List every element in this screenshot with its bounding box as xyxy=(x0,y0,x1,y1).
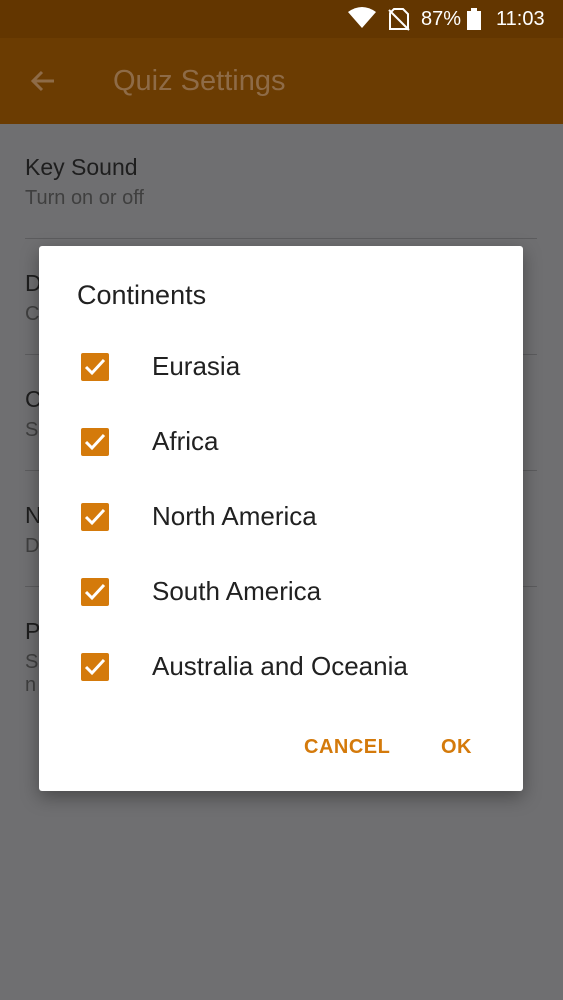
cancel-button[interactable]: CANCEL xyxy=(304,736,390,759)
clock: 11:03 xyxy=(496,8,545,30)
checkbox-checked-icon[interactable] xyxy=(81,578,109,606)
no-sim-icon xyxy=(388,8,410,31)
option-label: Africa xyxy=(152,426,219,456)
status-bar: 87% 11:03 xyxy=(0,0,563,38)
checkbox-checked-icon[interactable] xyxy=(81,353,109,381)
option-australia-oceania[interactable]: Australia and Oceania xyxy=(39,637,523,697)
checkbox-checked-icon[interactable] xyxy=(81,653,109,681)
option-south-america[interactable]: South America xyxy=(39,562,523,622)
option-label: North America xyxy=(152,501,317,531)
option-label: Eurasia xyxy=(152,351,241,381)
continents-dialog: Continents Eurasia Africa North America … xyxy=(39,246,523,791)
option-label: Australia and Oceania xyxy=(152,651,408,681)
checkbox-checked-icon[interactable] xyxy=(81,428,109,456)
battery-percent: 87% xyxy=(421,8,462,30)
option-north-america[interactable]: North America xyxy=(39,487,523,547)
dialog-title: Continents xyxy=(77,280,207,310)
divider xyxy=(25,238,537,239)
option-label: South America xyxy=(152,576,322,606)
back-arrow-icon[interactable] xyxy=(28,66,58,96)
option-eurasia[interactable]: Eurasia xyxy=(39,337,523,397)
option-africa[interactable]: Africa xyxy=(39,412,523,472)
pref-summary: Turn on or off xyxy=(25,187,144,209)
page-title: Quiz Settings xyxy=(113,65,286,97)
wifi-icon xyxy=(348,7,376,28)
battery-icon xyxy=(467,8,481,30)
pref-title: Key Sound xyxy=(25,154,138,180)
app-bar: Quiz Settings xyxy=(0,38,563,124)
checkbox-checked-icon[interactable] xyxy=(81,503,109,531)
pref-key-sound[interactable]: Key Sound Turn on or off xyxy=(25,154,537,210)
ok-button[interactable]: OK xyxy=(441,736,472,759)
